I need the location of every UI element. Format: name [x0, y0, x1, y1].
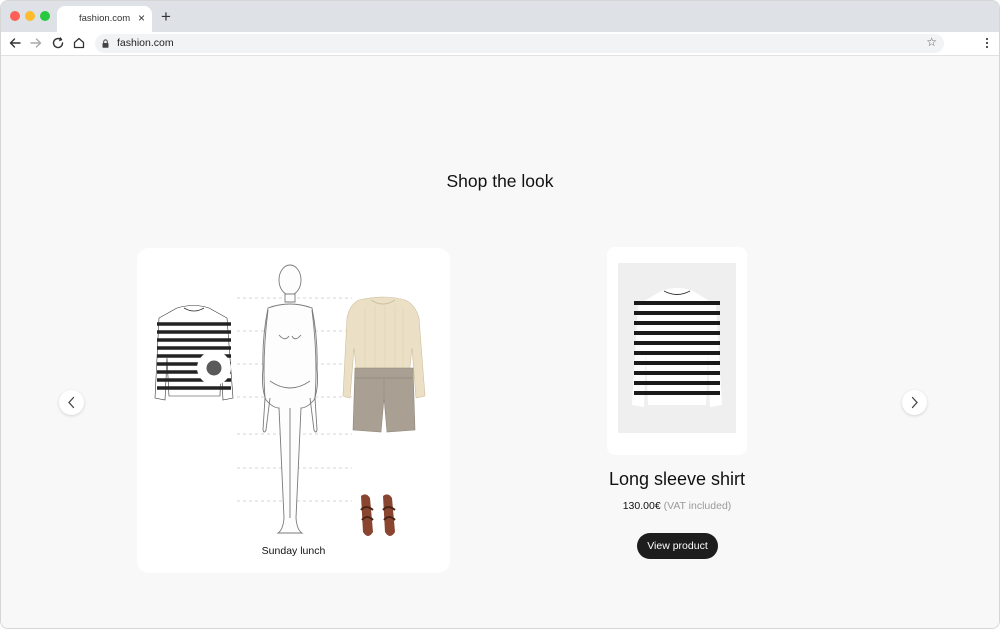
sandals-item [360, 494, 396, 536]
carousel-prev-button[interactable] [59, 390, 84, 415]
minimize-window-button[interactable] [25, 11, 35, 21]
tab-strip: fashion.com × + [1, 1, 999, 32]
reload-icon[interactable] [50, 35, 66, 51]
close-window-button[interactable] [10, 11, 20, 21]
carousel-next-button[interactable] [902, 390, 927, 415]
chevron-left-icon [68, 396, 75, 409]
look-illustration [154, 264, 426, 536]
browser-toolbar: fashion.com ☆ [1, 32, 999, 56]
product-price: 130.00€ [622, 500, 661, 512]
vat-note: (VAT included) [663, 500, 732, 512]
browser-tab[interactable]: fashion.com × [57, 6, 152, 32]
forward-arrow-icon[interactable] [28, 35, 44, 51]
page-title: Shop the look [446, 171, 554, 191]
address-bar[interactable]: fashion.com ☆ [95, 34, 944, 53]
product-image[interactable] [618, 263, 736, 433]
striped-shirt-image [632, 288, 722, 407]
maximize-window-button[interactable] [40, 11, 50, 21]
look-caption: Sunday lunch [261, 545, 326, 557]
tab-close-icon[interactable]: × [138, 11, 145, 25]
tab-title: fashion.com [79, 13, 131, 24]
mannequin-figure [261, 264, 319, 534]
chevron-right-icon [911, 396, 918, 409]
browser-window: fashion.com × + fashion.com ☆ Shop the l… [0, 0, 1000, 629]
linen-shorts-item [352, 367, 416, 433]
view-product-button[interactable]: View product [637, 533, 718, 559]
url-text[interactable]: fashion.com [117, 37, 174, 49]
look-card[interactable]: Sunday lunch [137, 248, 450, 573]
home-icon[interactable] [71, 35, 87, 51]
browser-menu-icon[interactable] [985, 36, 989, 50]
lock-icon [102, 39, 109, 48]
back-arrow-icon[interactable] [7, 35, 23, 51]
price-row: 130.00€ (VAT included) [577, 500, 777, 512]
product-name: Long sleeve shirt [608, 469, 746, 489]
product-card[interactable] [607, 247, 747, 455]
hotspot-dot [206, 360, 222, 376]
page-content: Shop the look Sunday lunch Long sleeve s… [1, 57, 999, 628]
bookmark-star-icon[interactable]: ☆ [926, 35, 937, 49]
new-tab-icon[interactable]: + [161, 7, 171, 27]
